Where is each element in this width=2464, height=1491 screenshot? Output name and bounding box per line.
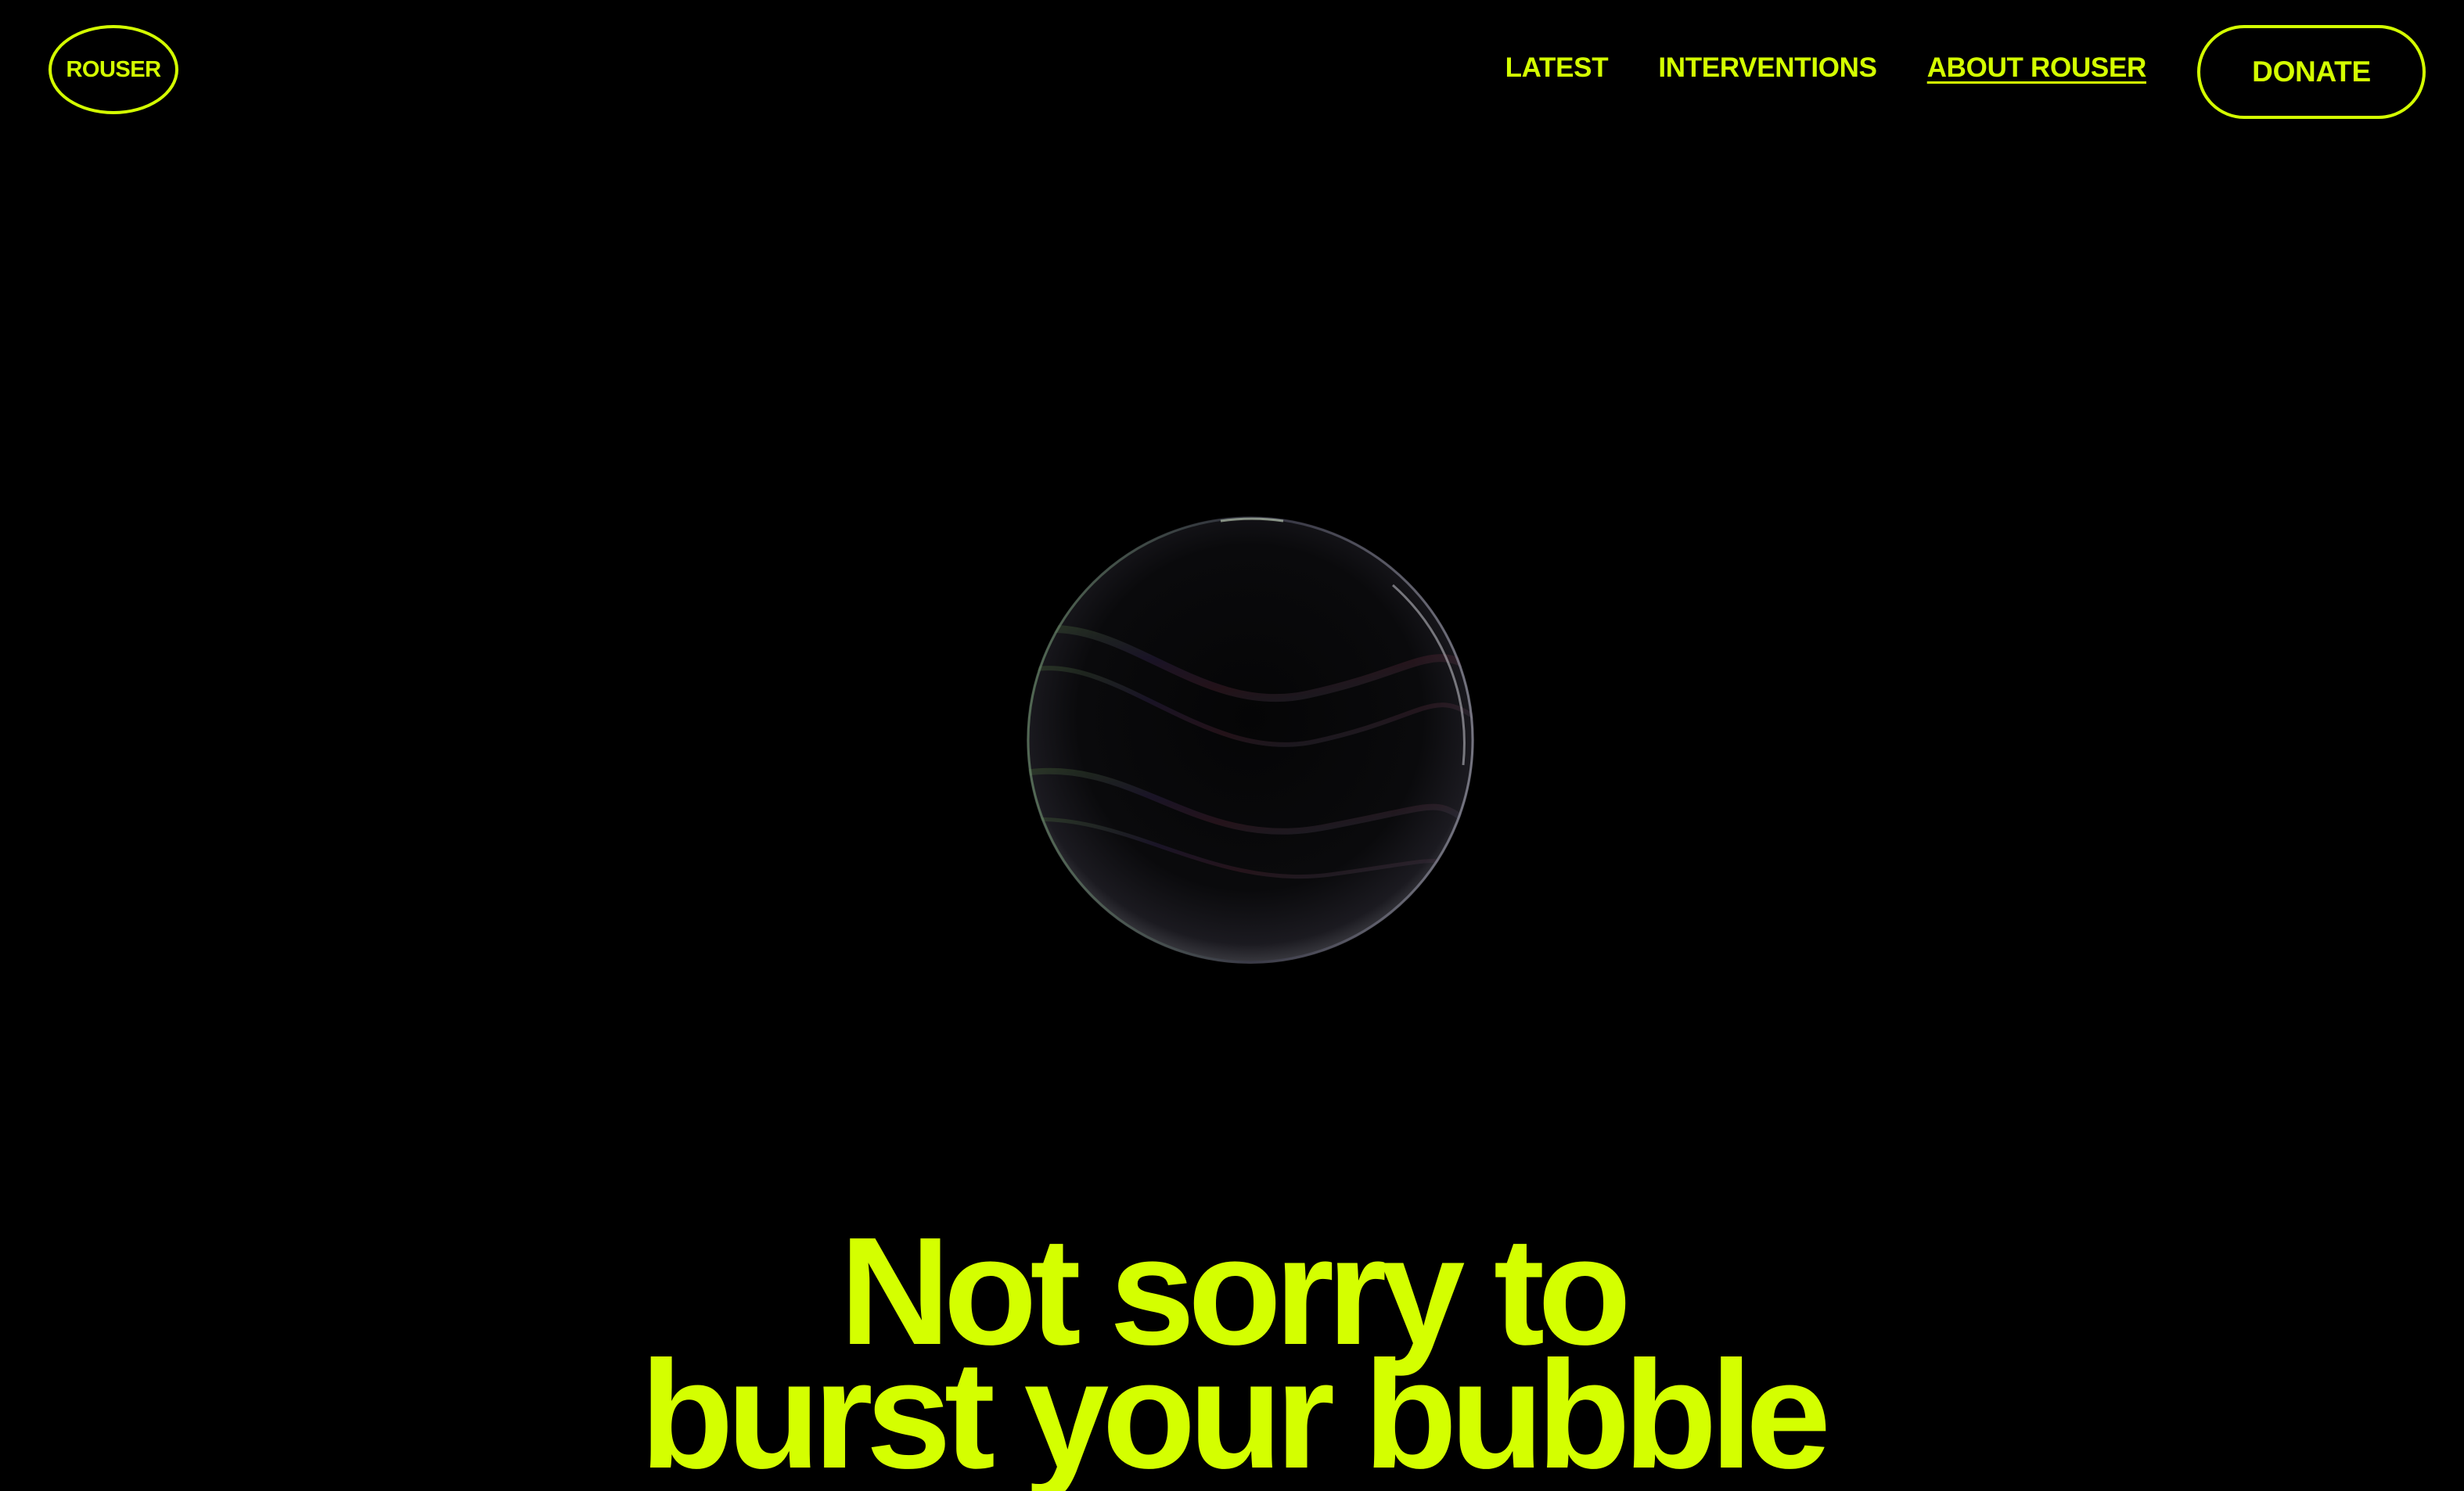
donate-button[interactable]: DONATE <box>2197 25 2426 119</box>
bubble-graphic <box>1025 515 1476 965</box>
hero-headline-line2: burst your bubble <box>640 1329 1831 1491</box>
bubble-icon <box>1027 516 1474 964</box>
nav-item-latest[interactable]: LATEST <box>1505 49 1609 88</box>
nav-item-about-rouser[interactable]: ABOUT ROUSER <box>1927 49 2147 88</box>
logo-link[interactable]: ROUSER <box>49 25 178 114</box>
nav-item-interventions[interactable]: INTERVENTIONS <box>1658 49 1877 88</box>
hero-headline: Not sorry to burst your bubble <box>0 1215 2464 1491</box>
main-nav: LATEST INTERVENTIONS ABOUT ROUSER <box>1505 49 2147 88</box>
